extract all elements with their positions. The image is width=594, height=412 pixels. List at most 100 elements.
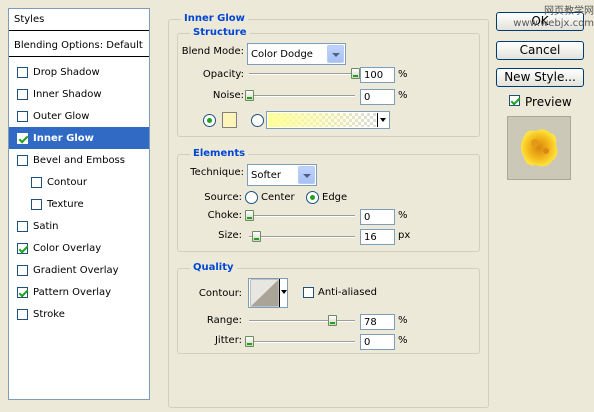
gradient-dropdown-button[interactable] [377,113,388,127]
contour-dropdown-button[interactable] [279,279,287,307]
size-slider[interactable] [249,236,355,238]
style-item-outer-glow[interactable]: Outer Glow [9,105,149,127]
preview-swatch-icon [521,129,558,167]
style-item-bevel-emboss[interactable]: Bevel and Emboss [9,149,149,171]
source-label: Source: [204,192,242,203]
range-slider[interactable] [249,320,355,322]
size-input[interactable]: 16 [360,229,395,245]
opacity-label: Opacity: [202,69,244,80]
triangle-down-icon [380,118,386,122]
choke-slider-thumb[interactable] [245,210,254,221]
jitter-input[interactable]: 0 [360,334,395,350]
source-center-radio[interactable] [245,191,258,204]
glow-gradient-picker[interactable] [266,111,390,129]
style-item-gradient-overlay[interactable]: Gradient Overlay [9,259,149,281]
opacity-slider-thumb[interactable] [351,68,360,79]
style-item-label: Stroke [33,308,65,320]
gradient-overlay-checkbox[interactable] [17,264,28,276]
stroke-checkbox[interactable] [17,308,28,320]
inner-glow-checkbox[interactable] [17,132,28,144]
range-unit: % [398,315,408,326]
style-item-color-overlay[interactable]: Color Overlay [9,237,149,259]
elements-legend: Elements [190,148,249,160]
panel-title: Inner Glow [181,13,248,25]
preview-checkbox[interactable] [509,95,520,106]
gradient-radio[interactable] [251,114,264,127]
style-item-label: Satin [33,220,59,232]
contour-checkbox[interactable] [31,176,42,188]
chevron-down-icon[interactable] [298,166,315,184]
jitter-label: Jitter: [214,335,242,346]
preview-label: Preview [525,95,572,109]
bevel-emboss-checkbox[interactable] [17,154,28,166]
color-overlay-checkbox[interactable] [17,242,28,254]
texture-checkbox[interactable] [31,198,42,210]
range-input[interactable]: 78 [360,314,395,330]
styles-header[interactable]: Styles [9,9,149,31]
technique-select[interactable]: Softer [247,164,317,186]
jitter-slider[interactable] [249,341,355,343]
style-item-label: Color Overlay [33,242,102,254]
style-item-pattern-overlay[interactable]: Pattern Overlay [9,281,149,303]
triangle-down-icon [281,290,287,294]
opacity-input[interactable]: 100 [360,67,395,83]
style-item-label: Outer Glow [33,110,90,122]
watermark-text: 网页教学网 www.webjx.com [513,6,594,29]
source-edge-label: Edge [322,192,348,203]
structure-legend: Structure [190,27,250,39]
blend-mode-label: Blend Mode: [181,46,244,57]
noise-slider-thumb[interactable] [245,90,254,101]
jitter-unit: % [398,335,408,346]
quality-legend: Quality [190,262,237,274]
noise-slider[interactable] [249,95,355,97]
style-item-inner-glow[interactable]: Inner Glow [9,127,149,149]
source-center-label: Center [261,192,295,203]
styles-list: Styles Blending Options: Default Drop Sh… [8,8,150,400]
choke-unit: % [398,210,408,221]
chevron-down-icon[interactable] [327,45,344,63]
new-style-button[interactable]: New Style... [496,68,584,87]
technique-label: Technique: [190,167,244,178]
jitter-slider-thumb[interactable] [245,336,254,347]
contour-picker[interactable] [248,278,288,308]
contour-label: Contour: [198,288,242,299]
style-item-label: Inner Shadow [33,88,102,100]
drop-shadow-checkbox[interactable] [17,66,28,78]
anti-aliased-label: Anti-aliased [318,287,378,298]
blending-options-item[interactable]: Blending Options: Default [9,35,149,57]
opacity-unit: % [398,69,408,80]
anti-aliased-checkbox[interactable] [303,287,314,298]
technique-value: Softer [251,170,281,181]
pattern-overlay-checkbox[interactable] [17,286,28,298]
blending-options-label: Blending Options: Default [14,40,143,51]
style-item-stroke[interactable]: Stroke [9,303,149,325]
style-item-texture[interactable]: Texture [9,193,149,215]
cancel-button[interactable]: Cancel [496,41,584,60]
style-item-satin[interactable]: Satin [9,215,149,237]
choke-slider[interactable] [249,215,355,217]
choke-label: Choke: [207,210,242,221]
style-item-contour[interactable]: Contour [9,171,149,193]
inner-shadow-checkbox[interactable] [17,88,28,100]
opacity-slider[interactable] [249,73,355,75]
size-label: Size: [218,230,242,241]
style-item-inner-shadow[interactable]: Inner Shadow [9,83,149,105]
style-item-drop-shadow[interactable]: Drop Shadow [9,61,149,83]
size-slider-thumb[interactable] [251,231,261,242]
style-preview-thumbnail [507,116,571,180]
style-item-label: Pattern Overlay [33,286,112,298]
style-item-label: Bevel and Emboss [33,154,125,166]
styles-header-label: Styles [14,14,45,25]
range-label: Range: [206,315,242,326]
choke-input[interactable]: 0 [360,209,395,225]
satin-checkbox[interactable] [17,220,28,232]
glow-color-swatch[interactable] [222,112,237,128]
solid-color-radio[interactable] [203,114,216,127]
outer-glow-checkbox[interactable] [17,110,28,122]
noise-label: Noise: [212,90,244,101]
source-edge-radio[interactable] [306,191,319,204]
range-slider-thumb[interactable] [327,315,337,326]
noise-input[interactable]: 0 [360,89,395,105]
blend-mode-select[interactable]: Color Dodge [247,43,346,65]
contour-curve-icon [250,279,279,307]
